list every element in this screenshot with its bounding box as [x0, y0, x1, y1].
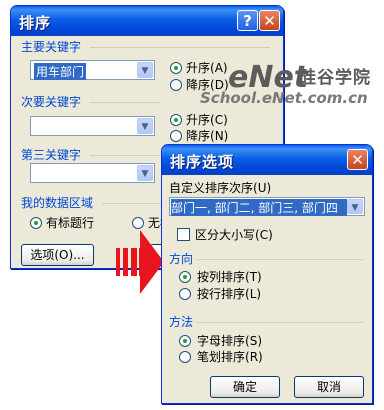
sort-options-title: 排序选项 [170, 153, 235, 171]
case-sensitive-checkbox[interactable] [177, 228, 190, 241]
descending-n-label[interactable]: 降序(N) [186, 127, 228, 144]
sort-options-titlebar[interactable]: 排序选项 ✕ [162, 145, 372, 175]
sort-options-dialog: 排序选项 ✕ 自定义排序次序(U) 部门一, 部门二, 部门三, 部门四 ▼ 区… [161, 144, 373, 404]
divider [197, 259, 363, 260]
close-icon[interactable]: ✕ [347, 149, 368, 170]
data-range-label: 我的数据区域 [21, 196, 94, 210]
custom-order-combo[interactable]: 部门一, 部门二, 部门三, 部门四 ▼ [169, 197, 365, 216]
options-button[interactable]: 选项(O)... [21, 244, 94, 266]
stroke-radio[interactable] [179, 351, 191, 363]
divider [197, 322, 363, 323]
ascending-a-radio[interactable] [170, 62, 182, 74]
chevron-down-icon[interactable]: ▼ [137, 62, 153, 78]
chevron-down-icon[interactable]: ▼ [137, 165, 153, 181]
sort-left-to-right-radio[interactable] [179, 288, 191, 300]
primary-key-label: 主要关键字 [21, 40, 82, 54]
sort-options-body: 自定义排序次序(U) 部门一, 部门二, 部门三, 部门四 ▼ 区分大小写(C)… [165, 175, 369, 400]
cancel-button[interactable]: 取消 [294, 376, 364, 398]
chevron-down-icon[interactable]: ▼ [137, 118, 153, 134]
primary-key-combo[interactable]: 用车部门 ▼ [30, 60, 155, 80]
divider [90, 155, 160, 156]
direction-label: 方向 [169, 252, 194, 266]
sort-dialog-titlebar[interactable]: 排序 ? ✕ [11, 6, 283, 36]
divider [90, 47, 270, 48]
sort-left-to-right-label[interactable]: 按行排序(L) [197, 285, 261, 302]
secondary-key-combo[interactable]: ▼ [30, 116, 155, 136]
chevron-down-icon[interactable]: ▼ [347, 199, 363, 214]
alphabetic-label[interactable]: 字母排序(S) [197, 332, 262, 349]
ok-button[interactable]: 确定 [210, 376, 280, 398]
watermark-url: School.eNet.com.cn [200, 89, 368, 107]
sort-top-to-bottom-radio[interactable] [179, 271, 191, 283]
third-key-combo[interactable]: ▼ [30, 163, 155, 183]
custom-order-label: 自定义排序次序(U) [169, 181, 272, 195]
descending-n-radio[interactable] [170, 130, 182, 142]
primary-key-value: 用车部门 [34, 63, 87, 80]
divider [102, 203, 162, 204]
sort-dialog-title: 排序 [19, 14, 52, 32]
third-key-label: 第三关键字 [21, 148, 82, 162]
ascending-a-label[interactable]: 升序(A) [186, 59, 228, 76]
has-header-row-label[interactable]: 有标题行 [46, 214, 94, 231]
has-header-row-radio[interactable] [30, 217, 42, 229]
help-icon[interactable]: ? [237, 10, 258, 31]
ascending-c-label[interactable]: 升序(C) [186, 111, 228, 128]
method-label: 方法 [169, 315, 194, 329]
descending-d-radio[interactable] [170, 79, 182, 91]
secondary-key-label: 次要关键字 [21, 95, 82, 109]
divider [90, 102, 160, 103]
stroke-label[interactable]: 笔划排序(R) [197, 348, 263, 365]
case-sensitive-label[interactable]: 区分大小写(C) [195, 226, 273, 243]
sort-top-to-bottom-label[interactable]: 按列排序(T) [197, 268, 262, 285]
close-icon[interactable]: ✕ [259, 10, 280, 31]
red-arrow-icon [116, 230, 164, 294]
watermark-brand-cn: 硅谷学院 [299, 68, 371, 88]
alphabetic-radio[interactable] [179, 335, 191, 347]
ascending-c-radio[interactable] [170, 114, 182, 126]
custom-order-value: 部门一, 部门二, 部门三, 部门四 [171, 199, 347, 216]
